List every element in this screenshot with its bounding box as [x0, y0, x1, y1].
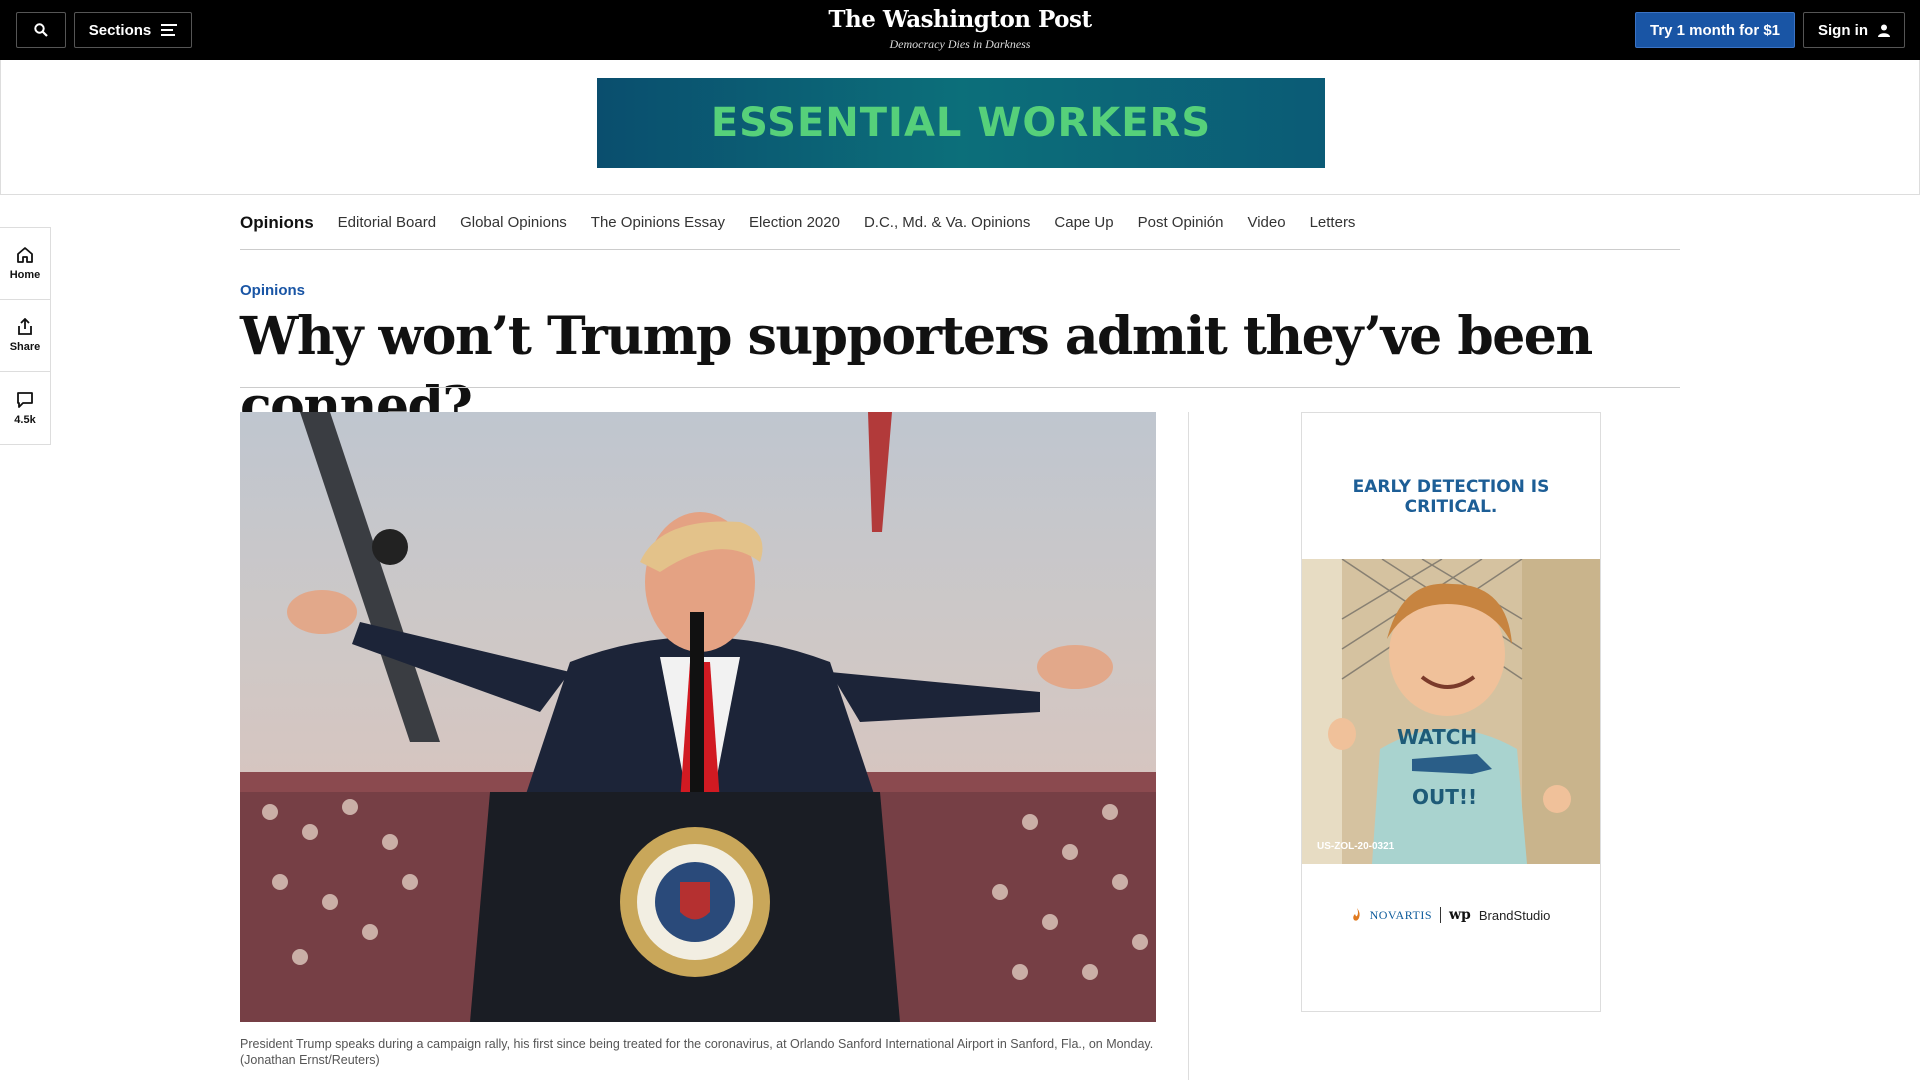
rail-comments-count: 4.5k	[14, 413, 36, 426]
microphone	[690, 612, 704, 812]
masthead-tagline: Democracy Dies in Darkness	[889, 37, 1031, 51]
top-ad-area: ESSENTIAL WORKERS	[0, 60, 1920, 195]
home-icon	[17, 247, 33, 263]
wp-logo: wp	[1449, 907, 1471, 923]
speaker-right-hand	[1037, 645, 1113, 689]
nav-link-dc-md-va-opinions[interactable]: D.C., Md. & Va. Opinions	[864, 214, 1030, 231]
nav-link-post-opinion[interactable]: Post Opinión	[1138, 214, 1224, 231]
hero-image[interactable]	[240, 412, 1156, 1022]
nav-link-letters[interactable]: Letters	[1310, 214, 1356, 231]
hero-caption: President Trump speaks during a campaign…	[240, 1037, 1154, 1067]
comment-icon	[17, 391, 33, 408]
headline-divider	[240, 387, 1680, 388]
rail-home-button[interactable]: Home	[0, 228, 50, 300]
search-icon	[34, 23, 48, 37]
user-icon	[1878, 24, 1890, 37]
speaker-right-arm	[830, 672, 1040, 722]
essential-workers-ad[interactable]: ESSENTIAL WORKERS	[597, 78, 1325, 168]
left-rail: Home Share 4.5k	[0, 227, 51, 445]
masthead-logo[interactable]: The Washington Post	[760, 6, 1160, 34]
brandstudio-logo: BrandStudio	[1478, 907, 1551, 923]
rail-share-label: Share	[9, 341, 41, 353]
nav-heading-opinions[interactable]: Opinions	[240, 213, 314, 233]
sections-button[interactable]: Sections	[74, 12, 192, 48]
article-kicker[interactable]: Opinions	[240, 282, 305, 299]
opinions-nav: Opinions Editorial Board Global Opinions…	[240, 196, 1680, 250]
flag	[868, 412, 892, 532]
novartis-logo: NOVARTIS	[1369, 907, 1432, 922]
shirt-text-line1: WATCH	[1397, 725, 1477, 749]
novartis-flame-icon	[1352, 908, 1360, 921]
crane-wheel	[372, 529, 408, 565]
speaker-left-arm	[352, 622, 570, 712]
shirt-text-line2: OUT!!	[1412, 785, 1477, 809]
ad-banner-text: ESSENTIAL WORKERS	[710, 100, 1212, 146]
column-divider	[1188, 412, 1189, 1080]
brand-separator	[1440, 907, 1441, 923]
sidebar-ad-headline-line1: EARLY DETECTION IS	[1352, 477, 1550, 497]
nav-link-global-opinions[interactable]: Global Opinions	[460, 214, 567, 231]
sidebar-ad-headline: EARLY DETECTION IS CRITICAL.	[1302, 477, 1600, 517]
sections-label: Sections	[88, 21, 152, 39]
top-bar: Sections The Washington Post Democracy D…	[0, 0, 1920, 60]
rail-share-button[interactable]: Share	[0, 300, 50, 372]
hero-illustration	[240, 412, 1156, 1022]
child-illustration: WATCH OUT!!	[1302, 559, 1600, 864]
sign-in-label: Sign in	[1818, 21, 1868, 39]
nav-link-editorial-board[interactable]: Editorial Board	[338, 214, 436, 231]
sign-in-button[interactable]: Sign in	[1803, 12, 1905, 48]
nav-link-video[interactable]: Video	[1247, 214, 1285, 231]
sidebar-ad-headline-line2: CRITICAL.	[1404, 497, 1498, 517]
subscribe-button[interactable]: Try 1 month for $1	[1635, 12, 1795, 48]
sidebar-ad[interactable]: EARLY DETECTION IS CRITICAL. WATCH OUT!!…	[1301, 412, 1601, 1012]
rail-home-label: Home	[9, 269, 41, 281]
sidebar-ad-code: US-ZOL-20-0321	[1317, 841, 1395, 852]
crane-arm	[300, 412, 440, 742]
sidebar-ad-brands: NOVARTIS wp BrandStudio	[1302, 907, 1600, 923]
search-button[interactable]	[16, 12, 66, 48]
rail-comments-button[interactable]: 4.5k	[0, 372, 50, 444]
sidebar-ad-photo: WATCH OUT!!	[1302, 559, 1600, 864]
speaker-left-hand	[287, 590, 357, 634]
nav-link-election-2020[interactable]: Election 2020	[749, 214, 840, 231]
nav-link-opinions-essay[interactable]: The Opinions Essay	[591, 214, 725, 231]
nav-link-cape-up[interactable]: Cape Up	[1054, 214, 1113, 231]
menu-icon	[161, 24, 178, 36]
masthead[interactable]: The Washington Post Democracy Dies in Da…	[760, 6, 1160, 52]
share-icon	[18, 318, 32, 335]
